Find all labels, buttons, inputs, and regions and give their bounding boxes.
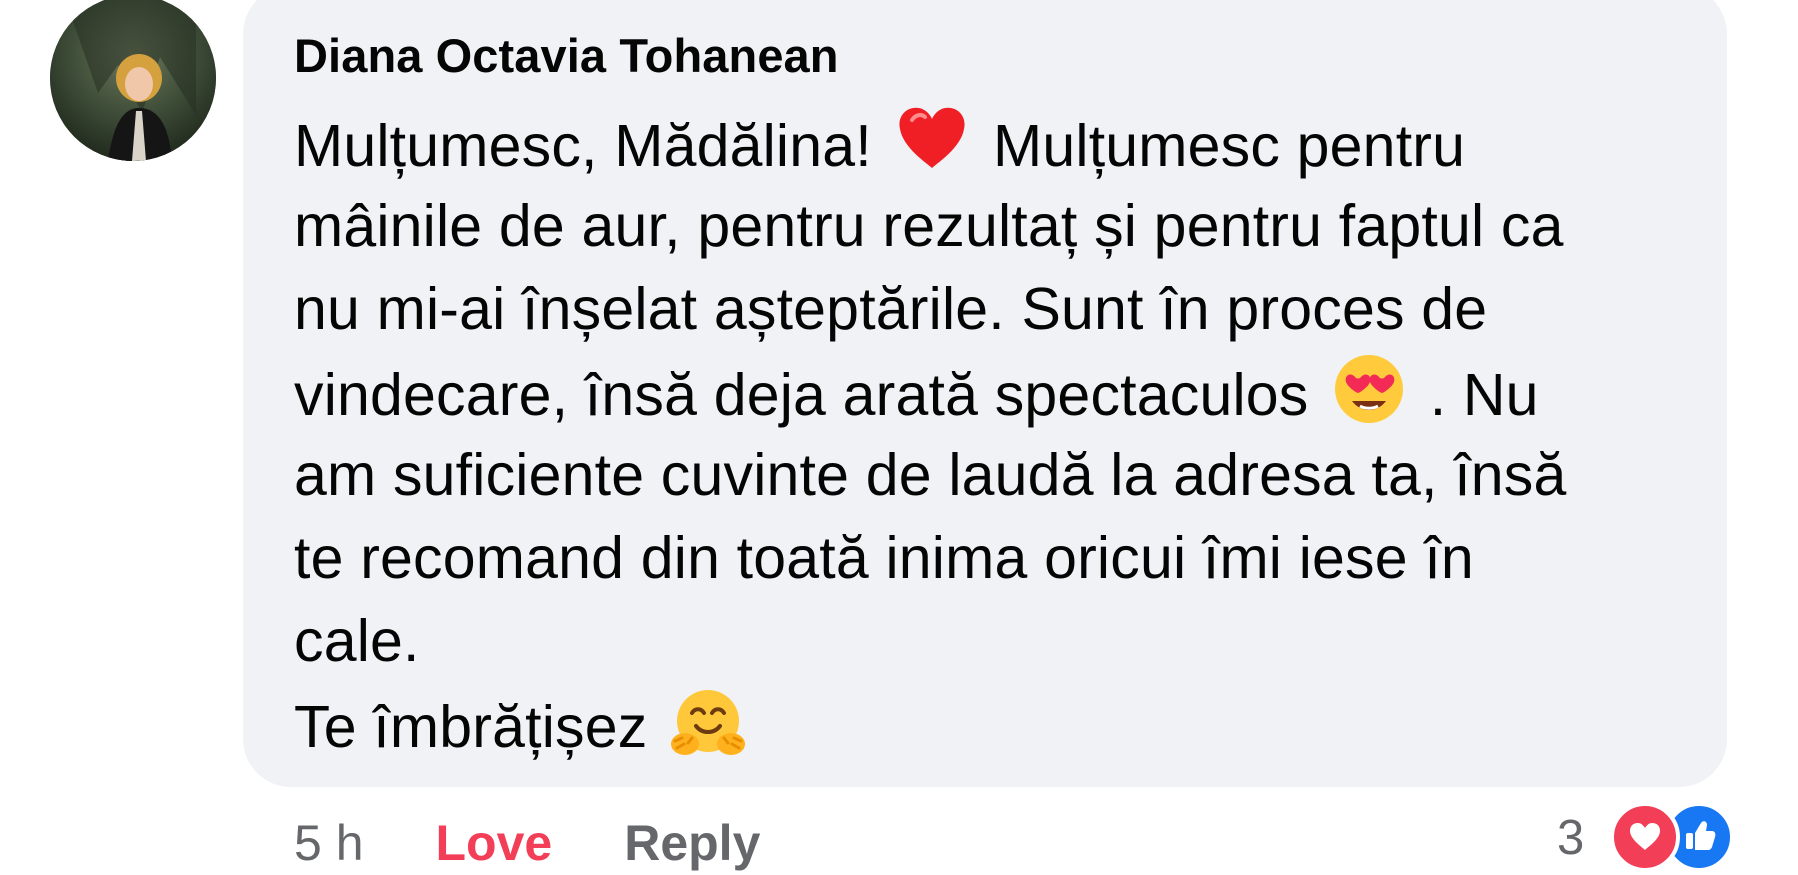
comment-text-fragment: . Nu	[1429, 362, 1539, 428]
comment-text-fragment: Mulțumesc, Mădălina!	[294, 113, 872, 179]
timestamp[interactable]: 5 h	[294, 814, 364, 872]
comment-text-fragment: Mulțumesc pentru	[993, 113, 1466, 179]
comment-line: am suficiente cuvinte de laudă la adresa…	[294, 442, 1567, 508]
comment-text-fragment: Te îmbrățișez	[294, 694, 648, 760]
comment-line: cale.	[294, 608, 420, 674]
heart-eyes-emoji	[1331, 351, 1407, 427]
comment-actions: 5 h Love Reply	[294, 810, 760, 875]
red-heart-emoji	[894, 102, 970, 178]
comment-author[interactable]: Diana Octavia Tohanean	[294, 28, 839, 84]
comment-text-fragment: vindecare, însă deja arată spectaculos	[294, 362, 1309, 428]
reaction-count: 3	[1557, 811, 1585, 865]
comment-text: Mulțumesc, Mădălina! Mulțumesc pentru mâ…	[294, 102, 1694, 766]
reaction-summary[interactable]: 3	[1550, 800, 1750, 872]
love-reaction-icon	[1610, 802, 1680, 872]
comment-line: mâinile de aur, pentru rezultaț și pentr…	[294, 193, 1564, 259]
comment-line: nu mi-ai înșelat așteptările. Sunt în pr…	[294, 276, 1488, 342]
comment-line: Mulțumesc, Mădălina! Mulțumesc pentru	[294, 102, 1694, 185]
avatar[interactable]	[50, 0, 216, 161]
profile-photo-icon	[50, 0, 216, 161]
comment-view: Diana Octavia Tohanean Mulțumesc, Mădăli…	[0, 0, 1798, 875]
love-button[interactable]: Love	[436, 814, 553, 872]
hugging-face-emoji	[670, 683, 746, 759]
comment-line: vindecare, însă deja arată spectaculos .…	[294, 351, 1694, 434]
comment-line: te recomand din toată inima oricui îmi i…	[294, 525, 1474, 591]
reply-button[interactable]: Reply	[624, 814, 760, 872]
comment-line: Te îmbrățișez	[294, 683, 1694, 766]
